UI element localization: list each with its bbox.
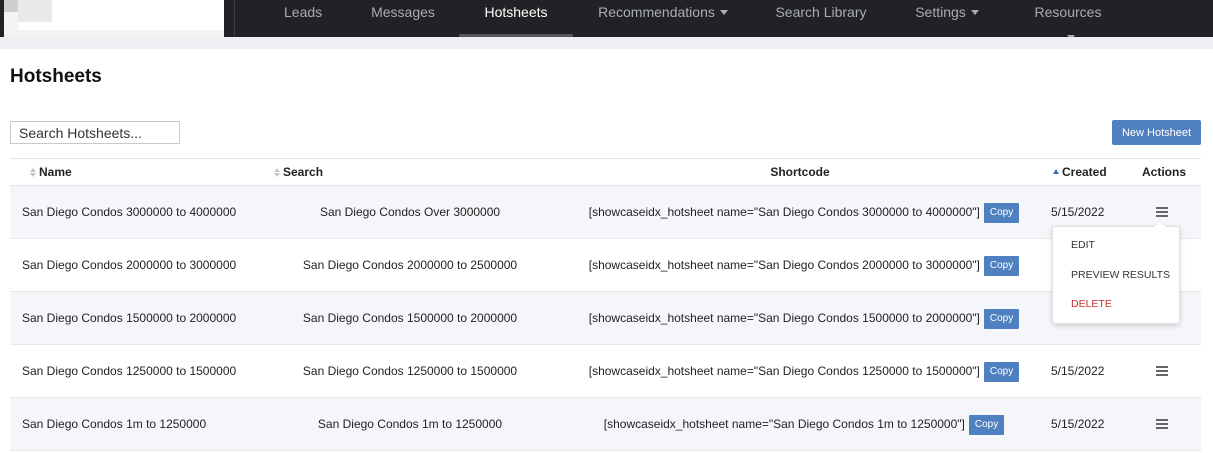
sub-bar <box>0 37 1213 49</box>
cell-name: San Diego Condos 1m to 1250000 <box>22 417 207 431</box>
table-row: San Diego Condos 1m to 1250000 San Diego… <box>10 398 1201 451</box>
table-row: San Diego Condos 2000000 to 3000000 San … <box>10 239 1201 292</box>
nav-item-search-library[interactable]: Search Library <box>775 0 867 37</box>
top-nav: Leads Messages Hotsheets Recommendations… <box>0 0 1213 40</box>
column-header-actions: Actions <box>1142 165 1187 179</box>
column-header-created[interactable]: Created <box>1053 159 1107 185</box>
cell-shortcode: [showcaseidx_hotsheet name="San Diego Co… <box>566 292 1042 344</box>
cell-search: San Diego Condos 2000000 to 2500000 <box>302 258 518 272</box>
new-hotsheet-button[interactable]: New Hotsheet <box>1112 120 1201 145</box>
nav-item-resources[interactable]: Resources <box>1029 0 1107 40</box>
table-header: Name Search Shortcode Created Actions <box>10 158 1201 186</box>
menu-item-preview-results[interactable]: PREVIEW RESULTS <box>1071 269 1170 281</box>
menu-item-edit[interactable]: EDIT <box>1071 239 1095 251</box>
cell-search: San Diego Condos 1250000 to 1500000 <box>302 364 518 378</box>
copy-button[interactable]: Copy <box>968 414 1005 435</box>
cell-created: 5/15/2022 <box>1051 417 1105 431</box>
hamburger-menu-icon[interactable] <box>1156 207 1168 217</box>
logo[interactable] <box>4 0 224 37</box>
copy-button[interactable]: Copy <box>983 202 1020 223</box>
nav-item-recommendations[interactable]: Recommendations <box>598 0 728 37</box>
cell-shortcode: [showcaseidx_hotsheet name="San Diego Co… <box>566 398 1042 450</box>
column-header-shortcode: Shortcode <box>770 165 830 179</box>
sort-icon <box>274 168 281 178</box>
cell-shortcode: [showcaseidx_hotsheet name="San Diego Co… <box>566 345 1042 397</box>
menu-item-delete[interactable]: DELETE <box>1071 298 1112 310</box>
actions-dropdown: EDIT PREVIEW RESULTS DELETE <box>1052 220 1180 324</box>
copy-button[interactable]: Copy <box>983 308 1020 329</box>
cell-name: San Diego Condos 3000000 to 4000000 <box>22 205 237 219</box>
hamburger-menu-icon[interactable] <box>1156 366 1168 376</box>
cell-name: San Diego Condos 1500000 to 2000000 <box>22 311 237 325</box>
page-title: Hotsheets <box>10 66 102 87</box>
chevron-down-icon <box>719 9 728 15</box>
copy-button[interactable]: Copy <box>983 361 1020 382</box>
cell-search: San Diego Condos Over 3000000 <box>319 205 501 219</box>
table-row: San Diego Condos 1500000 to 2000000 San … <box>10 292 1201 345</box>
sort-ascending-icon <box>1053 169 1060 175</box>
cell-name: San Diego Condos 1250000 to 1500000 <box>22 364 237 378</box>
nav-divider <box>234 0 235 37</box>
cell-created: 5/15/2022 <box>1051 364 1105 378</box>
search-input[interactable] <box>10 121 180 144</box>
nav-item-messages[interactable]: Messages <box>371 0 435 37</box>
cell-search: San Diego Condos 1500000 to 2000000 <box>302 311 518 325</box>
cell-shortcode: [showcaseidx_hotsheet name="San Diego Co… <box>566 186 1042 238</box>
nav-item-hotsheets[interactable]: Hotsheets <box>459 0 573 37</box>
nav-item-settings[interactable]: Settings <box>914 0 980 37</box>
column-header-name[interactable]: Name <box>30 159 72 185</box>
nav-item-leads[interactable]: Leads <box>284 0 322 37</box>
hamburger-menu-icon[interactable] <box>1156 419 1168 429</box>
cell-search: San Diego Condos 1m to 1250000 <box>317 417 503 431</box>
chevron-down-icon <box>970 9 979 15</box>
column-header-search[interactable]: Search <box>274 159 323 185</box>
table-row: San Diego Condos 3000000 to 4000000 San … <box>10 186 1201 239</box>
cell-name: San Diego Condos 2000000 to 3000000 <box>22 258 237 272</box>
cell-shortcode: [showcaseidx_hotsheet name="San Diego Co… <box>566 239 1042 291</box>
table-row: San Diego Condos 1250000 to 1500000 San … <box>10 345 1201 398</box>
copy-button[interactable]: Copy <box>983 255 1020 276</box>
sort-icon <box>30 168 37 178</box>
